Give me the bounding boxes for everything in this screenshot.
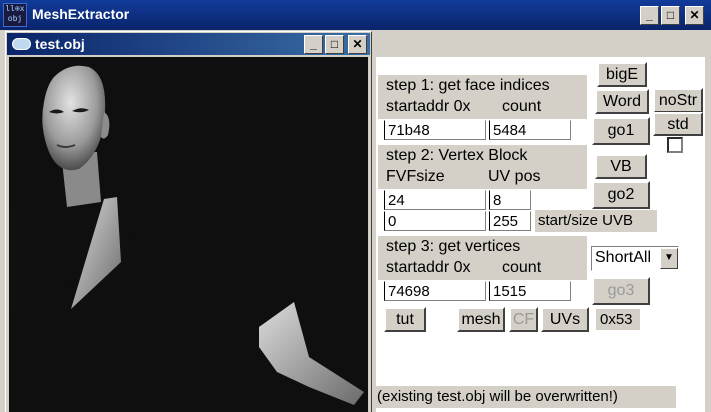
go3-button[interactable]: go3 [592, 277, 650, 305]
step3-count-input[interactable]: 1515 [489, 281, 571, 301]
app-icon-line-2: obj [7, 14, 23, 23]
hex-value-label: 0x53 [596, 309, 640, 330]
tut-button[interactable]: tut [384, 307, 426, 332]
uvpos-input[interactable]: 8 [489, 190, 531, 210]
child-close-button[interactable]: ✕ [348, 35, 367, 54]
bige-button[interactable]: bigE [597, 62, 647, 87]
uvs-button[interactable]: UVs [541, 307, 589, 332]
mesh-button[interactable]: mesh [457, 307, 505, 332]
child-minimize-button[interactable]: _ [304, 35, 323, 54]
hand-shape [259, 302, 364, 405]
overwrite-warning: (existing test.obj will be overwritten!) [376, 386, 676, 408]
fvfsize-label: FVFsize [386, 168, 445, 185]
step1-count-label: count [502, 98, 542, 115]
go2-button[interactable]: go2 [592, 181, 650, 209]
3d-viewport[interactable] [9, 57, 368, 412]
step3-startaddr-label: startaddr 0x [386, 259, 471, 276]
step3-heading: step 3: get vertices [386, 238, 521, 255]
maximize-button[interactable]: □ [661, 6, 680, 25]
fvfsize-input[interactable]: 24 [384, 190, 486, 210]
uvpos-label: UV pos [488, 168, 541, 185]
step3-group: step 3: get vertices startaddr 0x count [378, 236, 587, 280]
step1-count-input[interactable]: 5484 [489, 120, 571, 140]
child-window-title: test.obj [35, 36, 85, 52]
go1-button[interactable]: go1 [592, 117, 650, 145]
chevron-down-icon[interactable]: ▼ [660, 248, 678, 269]
uvb-size-input[interactable]: 255 [489, 211, 531, 231]
uvb-start-input[interactable]: 0 [384, 211, 486, 231]
window-title: MeshExtractor [32, 6, 130, 22]
model-icon [12, 38, 31, 50]
step3-startaddr-input[interactable]: 74698 [384, 281, 486, 301]
word-button[interactable]: Word [595, 89, 649, 114]
minimize-button[interactable]: _ [640, 6, 659, 25]
child-maximize-button[interactable]: □ [325, 35, 344, 54]
app-icon: ll⊕x obj [3, 3, 27, 27]
std-checkbox[interactable] [667, 137, 683, 153]
cf-button[interactable]: CF [509, 307, 538, 332]
step2-group: step 2: Vertex Block FVFsize UV pos [378, 145, 587, 189]
vertex-format-value: ShortAll [595, 249, 652, 266]
step3-count-label: count [502, 259, 542, 276]
mesh-render [9, 65, 364, 405]
close-button[interactable]: ✕ [685, 6, 704, 25]
uvb-label: start/size UVB [535, 210, 657, 232]
vb-button[interactable]: VB [595, 154, 647, 179]
app-icon-line-1: ll⊕x [5, 4, 25, 13]
step2-heading: step 2: Vertex Block [386, 147, 528, 164]
step1-startaddr-input[interactable]: 71b48 [384, 120, 486, 140]
nostr-button[interactable]: noStr [653, 88, 703, 113]
std-button[interactable]: std [653, 112, 703, 136]
step1-startaddr-label: startaddr 0x [386, 98, 471, 115]
step1-heading: step 1: get face indices [386, 77, 550, 94]
vertex-format-select[interactable]: ShortAll ▼ [591, 246, 679, 271]
step1-group: step 1: get face indices startaddr 0x co… [378, 75, 587, 119]
